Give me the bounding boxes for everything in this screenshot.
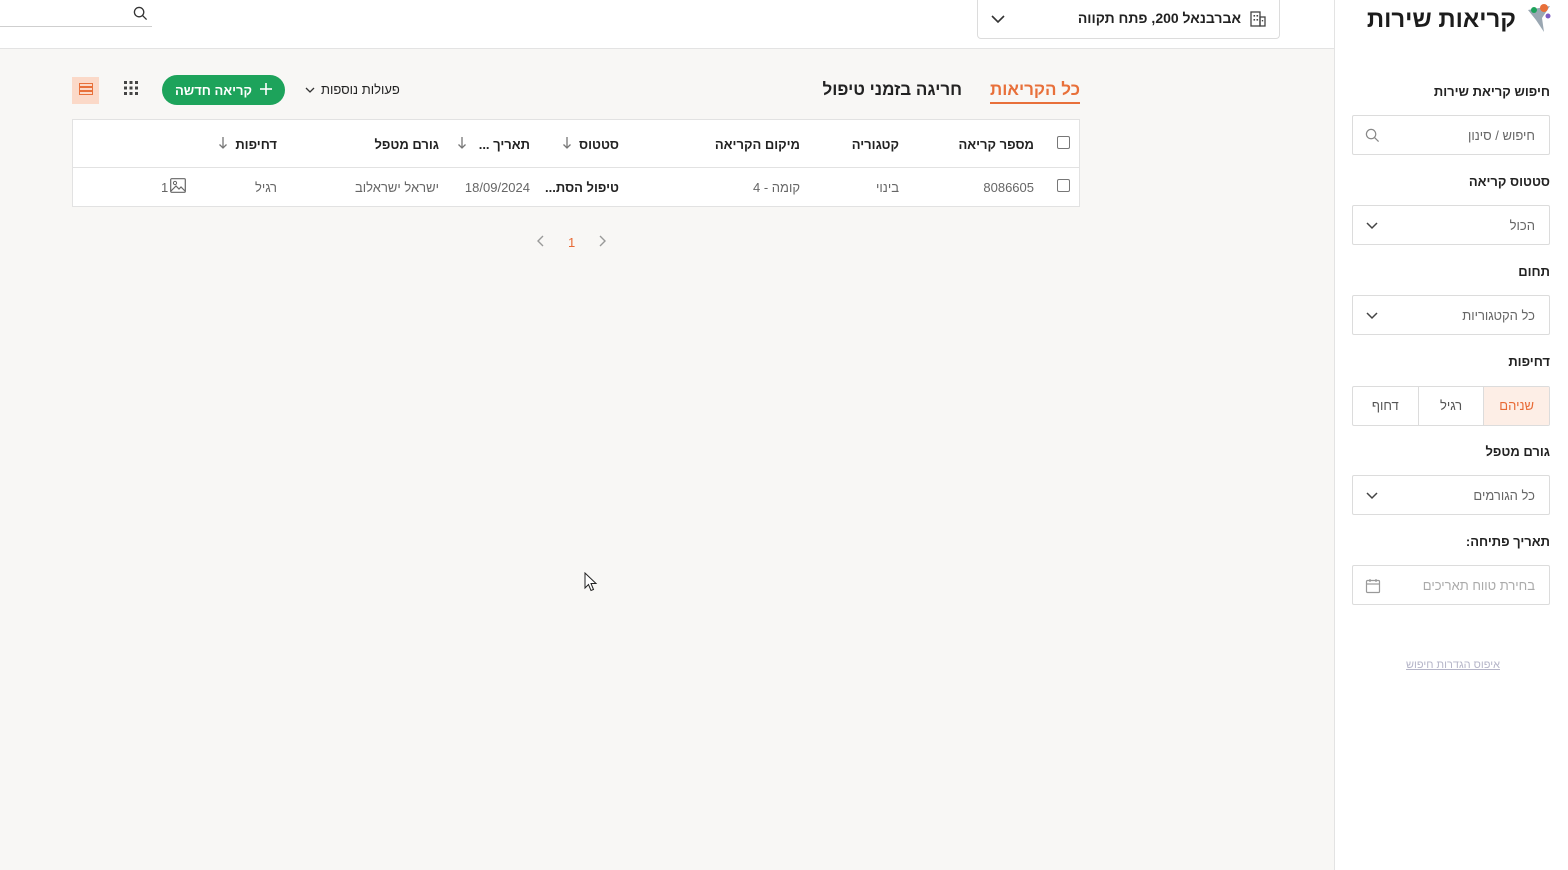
date-range-input[interactable]: בחירת טווח תאריכים: [1352, 565, 1550, 605]
select-all-checkbox[interactable]: [1057, 136, 1070, 149]
status-label: סטטוס קריאה: [1468, 174, 1550, 189]
mouse-cursor-icon: [584, 571, 598, 597]
cell-date: 18/09/2024: [464, 180, 530, 195]
sort-arrow-icon[interactable]: [457, 136, 467, 153]
cell-number: 8086605: [983, 180, 1034, 195]
sort-arrow-icon[interactable]: [218, 136, 228, 153]
col-category[interactable]: קטגוריה: [852, 137, 899, 152]
chevron-down-icon: [1365, 218, 1379, 237]
table-header: מספר קריאה קטגוריה מיקום הקריאה סטטוס תא…: [73, 120, 1079, 168]
images-indicator[interactable]: 1: [161, 178, 187, 196]
chevron-right-icon[interactable]: [597, 234, 607, 251]
date-label: תאריך פתיחה:: [1465, 534, 1550, 549]
top-bar: אברבנאל 200, פתח תקווה: [0, 0, 1334, 49]
sidebar-search-input[interactable]: חיפוש / סינון: [1352, 115, 1550, 155]
date-placeholder: בחירת טווח תאריכים: [1422, 578, 1535, 593]
plus-icon: [260, 82, 273, 98]
chevron-down-icon: [990, 12, 1006, 30]
col-status[interactable]: סטטוס: [579, 137, 619, 152]
col-handler[interactable]: גורם מטפל: [374, 137, 439, 152]
image-count: 1: [161, 179, 169, 195]
cell-handler: ישראל ישראלוב: [355, 180, 439, 195]
urgency-option-urgent[interactable]: דחוף: [1353, 387, 1418, 425]
grid-icon: [124, 80, 138, 100]
cell-urgency: רגיל: [254, 180, 277, 195]
chevron-down-icon: [1365, 488, 1379, 507]
domain-label: תחום: [1518, 264, 1550, 279]
grid-view-button[interactable]: [118, 77, 144, 103]
list-view-button[interactable]: [72, 77, 99, 104]
chevron-down-icon: [1365, 308, 1379, 327]
urgency-option-regular[interactable]: רגיל: [1417, 387, 1484, 425]
list-icon: [78, 82, 93, 100]
calendar-icon: [1365, 578, 1381, 599]
urgency-toggle: שניהם רגיל דחוף: [1352, 386, 1550, 426]
col-date[interactable]: תאריך ...: [479, 137, 530, 152]
new-call-button[interactable]: קריאה חדשה: [162, 75, 285, 105]
logo-icon: [1524, 0, 1554, 41]
reset-filters-link[interactable]: איפוס הגדרות חיפוש: [1406, 659, 1500, 671]
domain-select[interactable]: כל הקטגוריות: [1352, 295, 1550, 335]
top-search-input[interactable]: [0, 0, 152, 27]
location-selector[interactable]: אברבנאל 200, פתח תקווה: [977, 0, 1280, 39]
handler-value: כל הגורמים: [1473, 488, 1535, 503]
search-placeholder: חיפוש / סינון: [1467, 128, 1535, 143]
image-icon: [170, 178, 187, 196]
status-select[interactable]: הכול: [1352, 205, 1550, 245]
urgency-label: דחיפות: [1508, 354, 1550, 369]
cell-location: קומה - 4: [752, 180, 800, 195]
calls-table: מספר קריאה קטגוריה מיקום הקריאה סטטוס תא…: [72, 119, 1080, 207]
page-number[interactable]: 1: [568, 235, 575, 250]
domain-value: כל הקטגוריות: [1462, 308, 1535, 323]
brand: קריאות שירות: [1367, 0, 1554, 40]
building-icon: [1249, 10, 1267, 33]
col-number[interactable]: מספר קריאה: [958, 137, 1034, 152]
status-value: הכול: [1509, 218, 1535, 233]
chevron-left-icon[interactable]: [536, 234, 546, 251]
handler-select[interactable]: כל הגורמים: [1352, 475, 1550, 515]
pagination: 1: [536, 234, 607, 251]
new-call-label: קריאה חדשה: [174, 82, 253, 98]
more-actions-dropdown[interactable]: פעולות נוספות: [305, 82, 400, 97]
filter-sidebar: קריאות שירות חיפוש קריאת שירות חיפוש / ס…: [1334, 0, 1568, 870]
search-icon: [1365, 128, 1380, 148]
search-label: חיפוש קריאת שירות: [1433, 84, 1550, 99]
cell-category: בינוי: [876, 180, 899, 195]
col-location[interactable]: מיקום הקריאה: [715, 137, 800, 152]
cell-status: טיפול הסת...: [545, 180, 619, 195]
chevron-down-icon: [305, 82, 315, 97]
tabs: כל הקריאות חריגה בזמני טיפול: [822, 80, 1080, 104]
tab-all-calls[interactable]: כל הקריאות: [990, 80, 1080, 104]
location-text: אברבנאל 200, פתח תקווה: [1077, 10, 1241, 26]
row-checkbox[interactable]: [1057, 179, 1070, 192]
sort-arrow-icon[interactable]: [562, 136, 572, 153]
col-urgency[interactable]: דחיפות: [235, 137, 277, 152]
search-icon[interactable]: [133, 6, 148, 26]
handler-label: גורם מטפל: [1485, 444, 1550, 459]
more-actions-label: פעולות נוספות: [321, 82, 400, 97]
app-title: קריאות שירות: [1366, 6, 1516, 33]
tab-overdue[interactable]: חריגה בזמני טיפול: [822, 80, 962, 104]
urgency-option-both[interactable]: שניהם: [1483, 387, 1549, 425]
